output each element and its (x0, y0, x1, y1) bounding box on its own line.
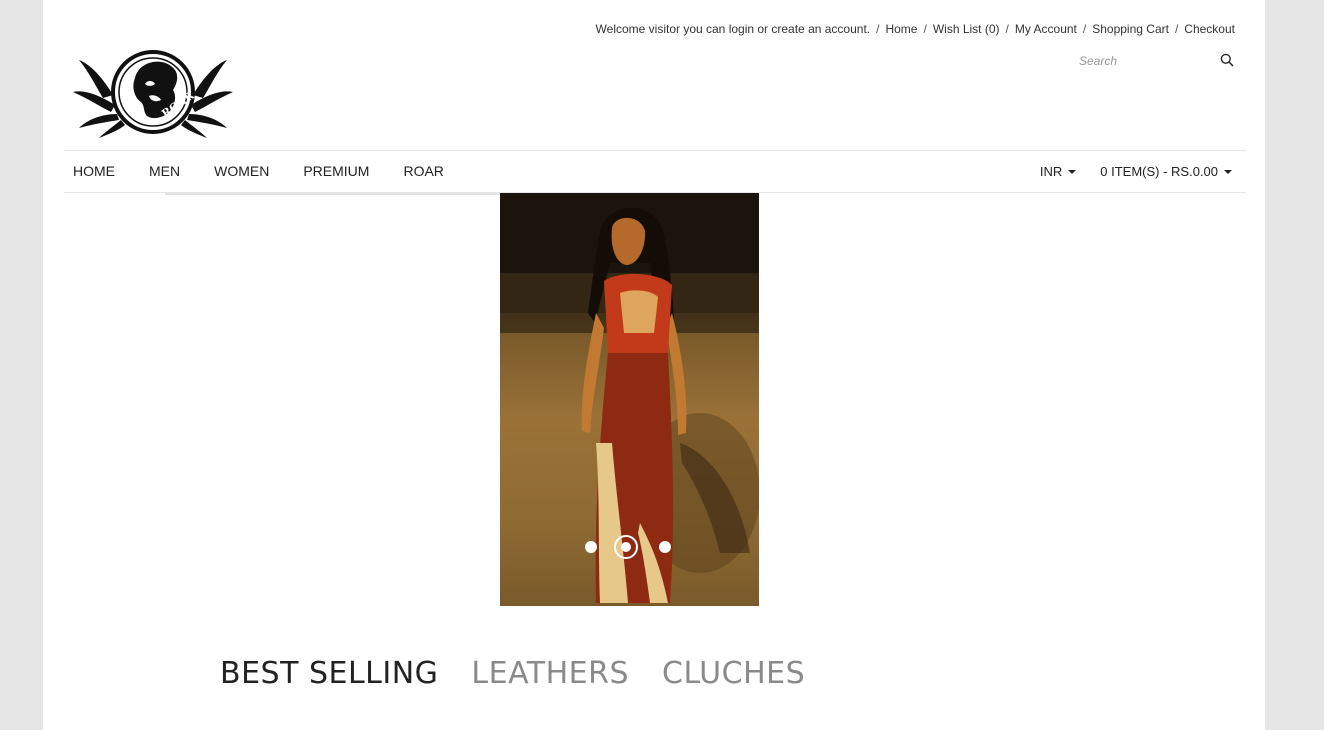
search-input[interactable] (1077, 48, 1211, 74)
main-nav-bar: HOME MEN WOMEN PREMIUM ROAR INR 0 ITEM(S… (64, 150, 1246, 193)
hero-slide-image[interactable] (500, 193, 759, 606)
page-content: Welcome visitor you can login or create … (43, 0, 1265, 730)
separator: / (923, 22, 927, 36)
caret-down-icon (1224, 169, 1232, 174)
slider-progress-line (165, 193, 543, 195)
search-box (1077, 48, 1237, 74)
welcome-link[interactable]: Welcome visitor you can login or create … (596, 22, 871, 36)
nav-women[interactable]: WOMEN (214, 151, 269, 192)
nav-men[interactable]: MEN (149, 151, 180, 192)
my-account-link[interactable]: My Account (1015, 22, 1077, 36)
shopping-cart-link[interactable]: Shopping Cart (1092, 22, 1169, 36)
separator: / (1005, 22, 1009, 36)
tab-best-selling[interactable]: BEST SELLING (220, 656, 438, 691)
nav-roar[interactable]: ROAR (403, 151, 443, 192)
separator: / (1082, 22, 1087, 36)
currency-dropdown[interactable]: INR (1039, 164, 1077, 179)
roar-logo[interactable]: ROAR (73, 40, 233, 140)
home-link[interactable]: Home (885, 22, 917, 36)
slider-dot-2[interactable] (614, 535, 638, 559)
caret-down-icon (1068, 169, 1077, 174)
product-tabs: BEST SELLING LEATHERS CLUCHES (220, 656, 838, 691)
slider-dots (585, 535, 675, 559)
nav-premium[interactable]: PREMIUM (303, 151, 369, 192)
tab-leathers[interactable]: LEATHERS (471, 656, 629, 691)
cart-summary: 0 ITEM(S) - RS.0.00 (1100, 164, 1218, 179)
currency-label: INR (1039, 164, 1063, 179)
search-icon[interactable] (1220, 53, 1234, 67)
nav-home[interactable]: HOME (73, 151, 115, 192)
slider-dot-1[interactable] (585, 541, 597, 553)
separator: / (876, 22, 880, 36)
tab-cluches[interactable]: CLUCHES (662, 656, 805, 691)
wish-list-link[interactable]: Wish List (0) (933, 22, 1000, 36)
checkout-link[interactable]: Checkout (1184, 22, 1235, 36)
main-menu: HOME MEN WOMEN PREMIUM ROAR (73, 151, 478, 192)
top-links-bar: Welcome visitor you can login or create … (596, 22, 1235, 36)
cart-dropdown[interactable]: 0 ITEM(S) - RS.0.00 (1100, 164, 1232, 179)
slider-dot-3[interactable] (659, 541, 671, 553)
separator: / (1174, 22, 1179, 36)
nav-right-controls: INR 0 ITEM(S) - RS.0.00 (1040, 151, 1232, 192)
